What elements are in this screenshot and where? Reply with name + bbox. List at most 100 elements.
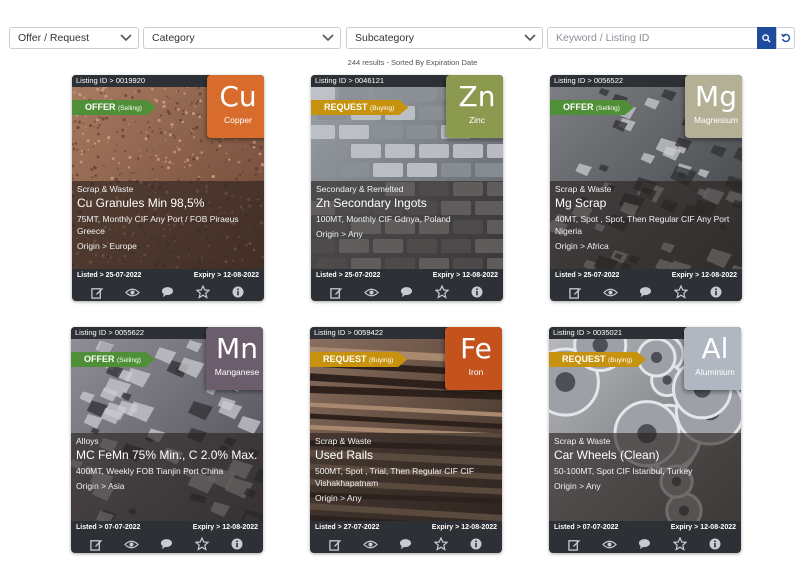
view-button[interactable] (603, 284, 619, 300)
listing-type-badge: REQUEST (Buying) (549, 352, 646, 367)
origin-sep: > (579, 481, 585, 491)
offer-request-select[interactable]: Offer / Request (9, 27, 139, 49)
origin-sep: > (340, 493, 346, 503)
listing-title[interactable]: Mg Scrap (555, 196, 737, 211)
listing-type-badge: REQUEST (Buying) (311, 100, 408, 115)
expiry-sep: > (217, 272, 222, 279)
listing-type-sub: (Selling) (596, 105, 620, 112)
keyword-search-input[interactable] (547, 27, 757, 49)
listing-id-sep: > (586, 328, 591, 337)
element-name: Zinc (468, 115, 486, 125)
listing-title[interactable]: Car Wheels (Clean) (554, 448, 736, 463)
message-button[interactable] (398, 536, 414, 552)
edit-button[interactable] (328, 536, 344, 552)
favorite-button[interactable] (195, 284, 211, 300)
subcategory-value: Subcategory (355, 32, 414, 44)
listing-origin: Origin > Africa (555, 240, 737, 252)
origin-sep: > (341, 229, 347, 239)
info-button[interactable] (469, 284, 485, 300)
element-name: Copper (224, 115, 252, 125)
expiry-sep: > (455, 524, 460, 531)
favorite-button[interactable] (673, 284, 689, 300)
info-button[interactable] (708, 284, 724, 300)
listing-actions (71, 535, 263, 553)
origin-value: Any (585, 481, 601, 491)
listing-id-prefix: Listing ID (315, 76, 347, 85)
message-button[interactable] (160, 284, 176, 300)
listing-description: 50-100MT, Spot CIF Istanbul, Turkey (554, 466, 693, 476)
category-select[interactable]: Category (143, 27, 341, 49)
edit-icon (568, 539, 581, 551)
listing-card[interactable]: Listing ID > 0046121 REQUEST (Buying) Zn… (311, 75, 503, 301)
listed-prefix: Listed (316, 272, 337, 279)
listing-category: Scrap & Waste (554, 436, 611, 446)
listing-title[interactable]: Zn Secondary Ingots (316, 196, 498, 211)
listing-description: 40MT, Spot , Spot, Then Regular CIF Any … (555, 214, 730, 236)
listing-card[interactable]: Listing ID > 0035021 REQUEST (Buying) Al… (549, 327, 741, 553)
view-button[interactable] (124, 536, 140, 552)
listed-prefix: Listed (77, 272, 98, 279)
listing-origin: Origin > Any (315, 492, 497, 504)
favorite-button[interactable] (194, 536, 210, 552)
listing-type-badge: REQUEST (Buying) (310, 352, 407, 367)
view-button[interactable] (363, 536, 379, 552)
listing-id-sep: > (347, 328, 352, 337)
info-button[interactable] (468, 536, 484, 552)
view-button[interactable] (125, 284, 141, 300)
message-button[interactable] (399, 284, 415, 300)
message-button[interactable] (637, 536, 653, 552)
search-button[interactable] (757, 27, 776, 49)
listing-description: 75MT, Monthly CIF Any Port / FOB Piraeus… (77, 214, 239, 236)
element-symbol: Mn (216, 332, 258, 365)
chevron-down-icon (322, 34, 334, 42)
star-icon (673, 537, 688, 551)
reset-button[interactable] (776, 27, 795, 49)
search-icon (762, 33, 771, 43)
favorite-button[interactable] (672, 536, 688, 552)
listing-card[interactable]: Listing ID > 0059422 REQUEST (Buying) Fe… (310, 327, 502, 553)
edit-button[interactable] (90, 284, 106, 300)
star-icon (195, 537, 210, 551)
listing-title[interactable]: Used Rails (315, 448, 497, 463)
listing-card[interactable]: Listing ID > 0056522 OFFER (Selling) Mg … (550, 75, 742, 301)
edit-button[interactable] (567, 536, 583, 552)
chat-bubble-icon (162, 287, 174, 298)
listed-prefix: Listed (76, 524, 97, 531)
info-button[interactable] (230, 284, 246, 300)
listing-dates: Listed > 07-07-2022 Expiry > 12-08-2022 (549, 521, 741, 535)
expiry-value: 12-08-2022 (223, 272, 259, 279)
expiry-prefix: Expiry (431, 524, 454, 531)
element-tile: Mn Manganese (206, 327, 263, 390)
listing-title[interactable]: MC FeMn 75% Min., C 2.0% Max. (76, 448, 258, 463)
listing-actions (549, 535, 741, 553)
listing-details: Secondary & Remelted Zn Secondary Ingots… (311, 181, 503, 269)
listed-prefix: Listed (315, 524, 336, 531)
edit-button[interactable] (89, 536, 105, 552)
expiry-prefix: Expiry (671, 272, 694, 279)
edit-icon (91, 287, 104, 299)
listing-dates: Listed > 25-07-2022 Expiry > 12-08-2022 (311, 269, 503, 283)
info-button[interactable] (229, 536, 245, 552)
filter-bar: Offer / Request Category Subcategory (9, 27, 795, 49)
listing-type-badge: OFFER (Selling) (72, 100, 156, 115)
expiry-date: Expiry > 12-08-2022 (672, 269, 737, 283)
listing-card[interactable]: Listing ID > 0055622 OFFER (Selling) Mn … (71, 327, 263, 553)
edit-button[interactable] (329, 284, 345, 300)
listing-card[interactable]: Listing ID > 0019920 OFFER (Selling) Cu … (72, 75, 264, 301)
listing-id-prefix: Listing ID (75, 328, 107, 337)
edit-button[interactable] (568, 284, 584, 300)
favorite-button[interactable] (433, 536, 449, 552)
info-button[interactable] (707, 536, 723, 552)
subcategory-select[interactable]: Subcategory (346, 27, 543, 49)
favorite-button[interactable] (434, 284, 450, 300)
listed-value: 27-07-2022 (343, 524, 380, 531)
message-button[interactable] (638, 284, 654, 300)
origin-value: Any (346, 493, 362, 503)
listing-details: Alloys MC FeMn 75% Min., C 2.0% Max. 400… (71, 433, 263, 521)
listing-description: 100MT, Monthly CIF Gdnya, Poland (316, 214, 451, 224)
view-button[interactable] (364, 284, 380, 300)
view-button[interactable] (602, 536, 618, 552)
listing-title[interactable]: Cu Granules Min 98,5% (77, 196, 259, 211)
element-tile: Zn Zinc (446, 75, 503, 138)
message-button[interactable] (159, 536, 175, 552)
